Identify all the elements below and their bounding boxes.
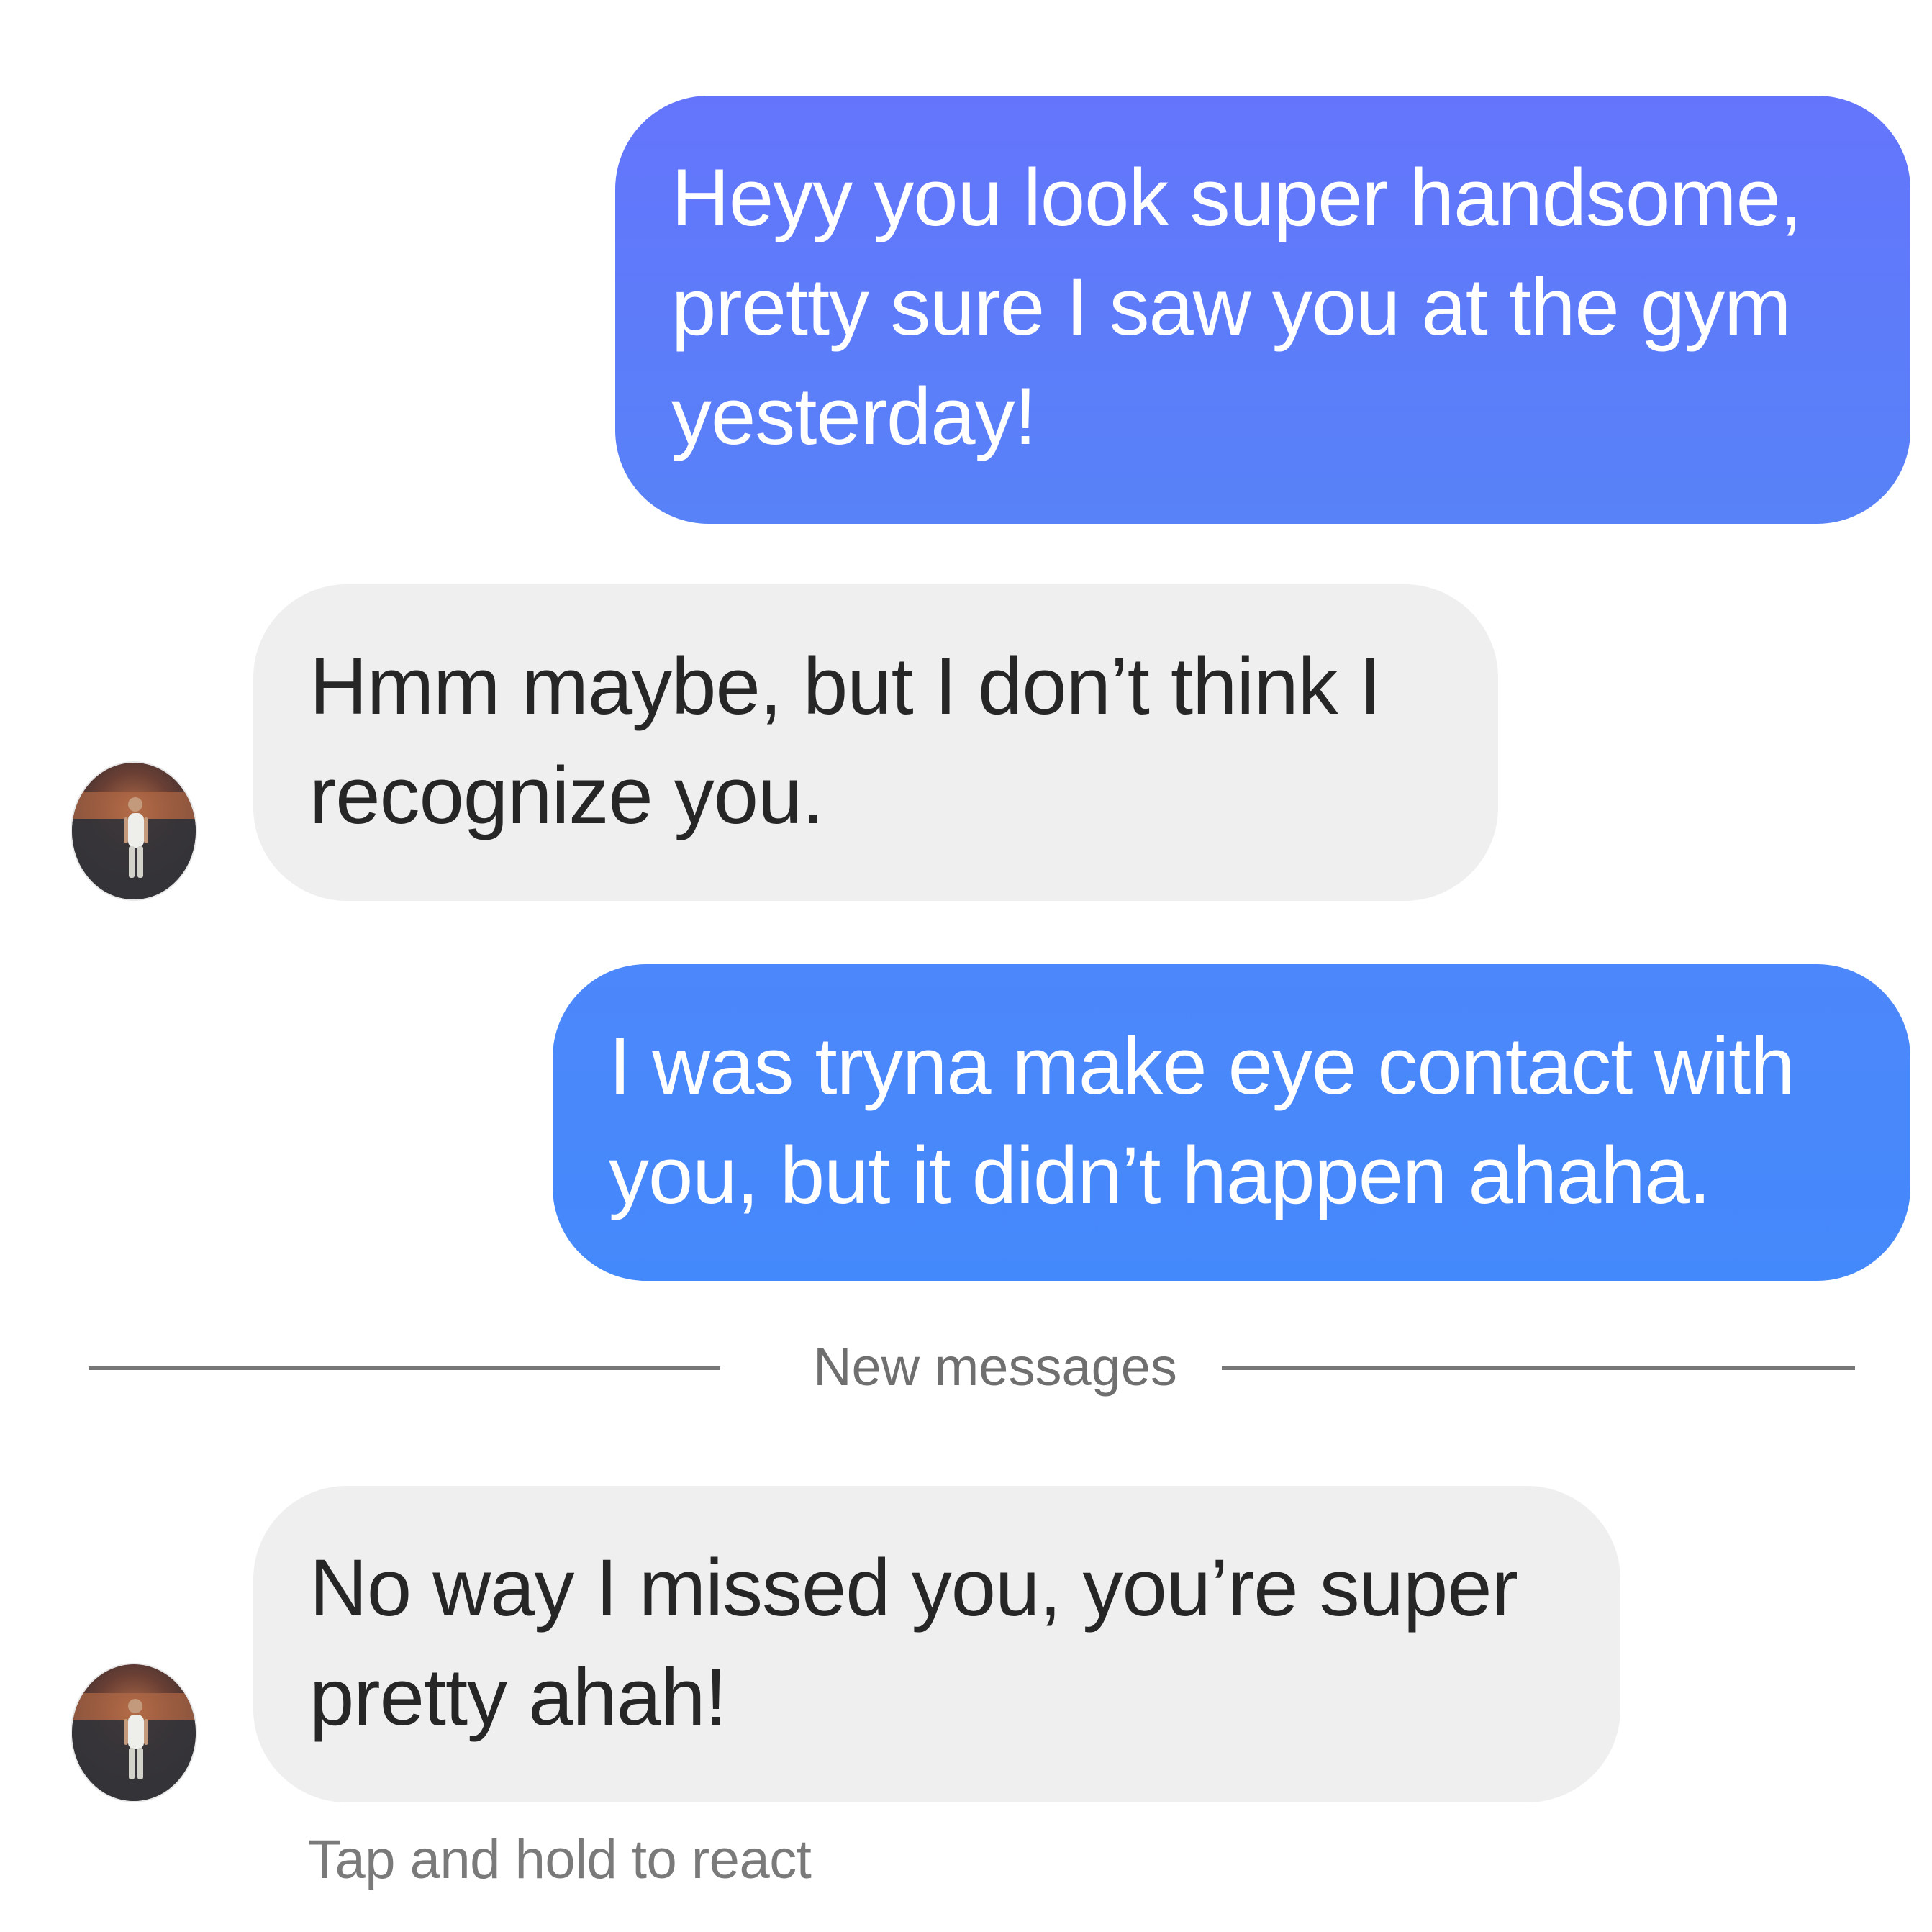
new-messages-divider: New messages (89, 1337, 1855, 1397)
profile-photo-avatar-icon (72, 1693, 196, 1801)
outgoing-message-bubble-2[interactable]: I was tryna make eye contact with you, b… (553, 964, 1910, 1281)
contact-avatar[interactable] (72, 1664, 196, 1801)
profile-photo-avatar-icon (72, 792, 196, 899)
reaction-hint: Tap and hold to react (308, 1829, 812, 1890)
contact-avatar[interactable] (72, 763, 196, 899)
divider-line-right (1222, 1366, 1855, 1370)
new-messages-label: New messages (813, 1337, 1177, 1397)
outgoing-message-bubble-1[interactable]: Heyy you look super handsome, pretty sur… (615, 96, 1910, 524)
top-timestamp: — — — (907, 0, 1025, 7)
incoming-message-bubble-1[interactable]: Hmm maybe, but I don’t think I recognize… (253, 584, 1498, 901)
incoming-message-bubble-2[interactable]: No way I missed you, you’re super pretty… (253, 1486, 1620, 1802)
divider-line-left (89, 1366, 720, 1370)
